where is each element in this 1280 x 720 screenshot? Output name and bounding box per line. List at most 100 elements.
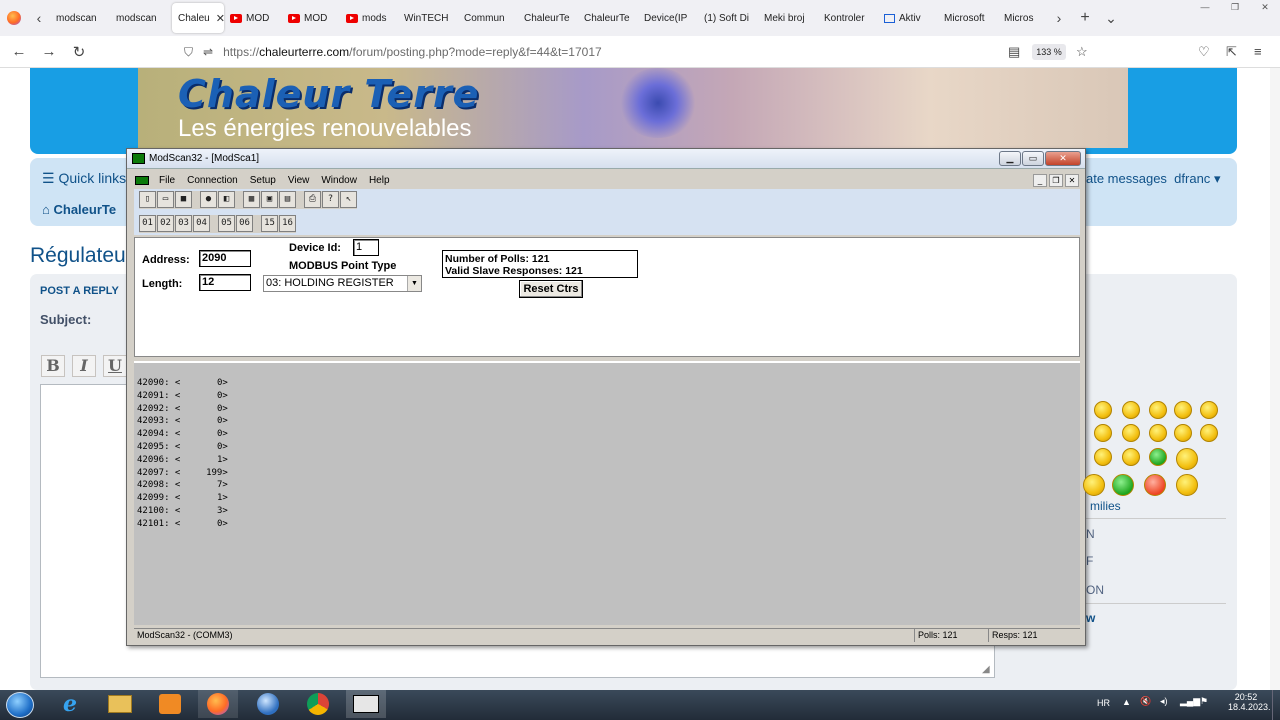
- clock[interactable]: 20:52 18.4.2023.: [1228, 692, 1271, 712]
- smiley-icon[interactable]: [1094, 401, 1112, 419]
- register-row[interactable]: 42096: < 1>: [137, 454, 228, 467]
- network-icon[interactable]: ▂▄▆: [1180, 696, 1200, 707]
- bookmark-star-icon[interactable]: ☆: [1076, 44, 1088, 60]
- smiley-icon[interactable]: [1122, 448, 1140, 466]
- connect-icon[interactable]: ◧: [218, 191, 235, 208]
- view-more-smilies-link[interactable]: milies: [1090, 499, 1121, 513]
- monitor-icon[interactable]: ▣: [261, 191, 278, 208]
- smiley-icon[interactable]: [1149, 424, 1167, 442]
- mdi-restore-icon[interactable]: ❐: [1049, 174, 1063, 187]
- back-arrow-icon[interactable]: ←: [4, 43, 34, 60]
- smiley-icon[interactable]: [1083, 474, 1105, 496]
- media-player-icon[interactable]: [150, 690, 190, 718]
- start-button[interactable]: [6, 692, 34, 718]
- file-explorer-icon[interactable]: [100, 690, 140, 718]
- new-file-icon[interactable]: ▯: [139, 191, 156, 208]
- register-row[interactable]: 42101: < 0>: [137, 518, 228, 531]
- register-row[interactable]: 42097: < 199>: [137, 467, 228, 480]
- username-menu[interactable]: dfranc: [1174, 171, 1210, 186]
- reload-icon[interactable]: ↻: [64, 43, 94, 61]
- register-row[interactable]: 42100: < 3>: [137, 505, 228, 518]
- breadcrumb[interactable]: ⌂ ChaleurTe: [42, 202, 116, 217]
- zoom-level[interactable]: 133 %: [1032, 44, 1066, 60]
- menu-window[interactable]: Window: [315, 175, 363, 186]
- shield-icon[interactable]: ⛉: [184, 45, 193, 60]
- register-data-view[interactable]: 42090: <0> 42091: <0> 42092: <0> 42093: <0>…: [134, 361, 1080, 625]
- page-scrollbar[interactable]: [1270, 68, 1280, 690]
- resize-handle-icon[interactable]: ◢: [982, 664, 990, 675]
- firefox-taskbar-icon[interactable]: [198, 690, 238, 718]
- menu-view[interactable]: View: [282, 175, 316, 186]
- smiley-icon[interactable]: [1174, 401, 1192, 419]
- smiley-icon[interactable]: [1200, 424, 1218, 442]
- smiley-icon[interactable]: [1094, 424, 1112, 442]
- address-input[interactable]: 2090: [199, 250, 251, 267]
- browser-tab[interactable]: Micros: [998, 3, 1048, 33]
- reader-view-icon[interactable]: ▤: [1008, 44, 1020, 60]
- minimize-icon[interactable]: —: [1190, 0, 1220, 14]
- menu-file[interactable]: File: [153, 175, 181, 186]
- show-hidden-icons-icon[interactable]: ▲: [1122, 697, 1131, 707]
- save-icon[interactable]: ■: [175, 191, 192, 208]
- browser-tab[interactable]: Device(IP: [638, 3, 698, 33]
- modscan-maximize-icon[interactable]: ▭: [1022, 151, 1044, 166]
- register-row[interactable]: 42094: < 0>: [137, 428, 228, 441]
- smiley-icon[interactable]: [1176, 474, 1198, 496]
- url-bar[interactable]: ⛉ ⇌ https://chaleurterre.com/forum/posti…: [184, 40, 1100, 64]
- close-icon[interactable]: ✕: [1250, 0, 1280, 14]
- maximize-icon[interactable]: ❐: [1220, 0, 1250, 14]
- func-01-icon[interactable]: 01: [139, 215, 156, 232]
- func-04-icon[interactable]: 04: [193, 215, 210, 232]
- modscan-close-icon[interactable]: ✕: [1045, 151, 1081, 166]
- modscan-taskbar-icon[interactable]: [346, 690, 386, 718]
- print-icon[interactable]: ⎙: [304, 191, 321, 208]
- dropdown-arrow-icon[interactable]: ▼: [407, 276, 421, 291]
- thunderbird-icon[interactable]: [248, 690, 288, 718]
- help-icon[interactable]: ?: [322, 191, 339, 208]
- browser-tab[interactable]: mods: [340, 3, 398, 33]
- site-logo-title[interactable]: Chaleur Terre: [178, 72, 479, 116]
- chrome-icon[interactable]: [298, 690, 338, 718]
- browser-tab[interactable]: modscan: [110, 3, 172, 33]
- browser-tab[interactable]: WinTECH: [398, 3, 458, 33]
- register-row[interactable]: 42090: < 0>: [137, 377, 228, 390]
- new-tab-button[interactable]: +: [1070, 9, 1100, 27]
- register-row[interactable]: 42091: < 0>: [137, 390, 228, 403]
- menu-help[interactable]: Help: [363, 175, 396, 186]
- browser-tab[interactable]: Kontroler: [818, 3, 878, 33]
- browser-tab[interactable]: Microsoft: [938, 3, 998, 33]
- register-row[interactable]: 42093: < 0>: [137, 415, 228, 428]
- browser-tab[interactable]: (1) Soft Di: [698, 3, 758, 33]
- func-06-icon[interactable]: 06: [236, 215, 253, 232]
- smiley-icon[interactable]: [1176, 448, 1198, 470]
- underline-button[interactable]: U: [103, 355, 127, 377]
- menu-icon[interactable]: ≡: [1254, 44, 1262, 59]
- action-center-icon[interactable]: ⚑: [1200, 696, 1208, 707]
- private-messages-link[interactable]: ate messages dfranc ▾: [1086, 171, 1220, 187]
- menu-connection[interactable]: Connection: [181, 175, 244, 186]
- register-row[interactable]: 42098: < 7>: [137, 479, 228, 492]
- point-type-select[interactable]: 03: HOLDING REGISTER ▼: [263, 275, 422, 292]
- browser-tab[interactable]: Aktiv: [878, 3, 938, 33]
- browser-tab[interactable]: MOD: [282, 3, 340, 33]
- mdi-minimize-icon[interactable]: _: [1033, 174, 1047, 187]
- language-indicator[interactable]: HR: [1097, 698, 1110, 708]
- tab-close-icon[interactable]: ✕: [216, 12, 224, 25]
- smiley-icon[interactable]: [1112, 474, 1134, 496]
- register-row[interactable]: 42099: < 1>: [137, 492, 228, 505]
- side-link[interactable]: w: [1086, 611, 1095, 625]
- speaker-icon[interactable]: ◂): [1160, 696, 1168, 707]
- func-16-icon[interactable]: 16: [279, 215, 296, 232]
- reset-counters-button[interactable]: Reset Ctrs: [519, 280, 583, 298]
- modscan-app-icon[interactable]: [132, 153, 145, 164]
- func-05-icon[interactable]: 05: [218, 215, 235, 232]
- register-row[interactable]: 42092: < 0>: [137, 403, 228, 416]
- quick-links[interactable]: ☰ Quick links: [42, 170, 126, 187]
- smiley-icon[interactable]: [1122, 401, 1140, 419]
- modscan-titlebar[interactable]: ModScan32 - [ModSca1] ▁ ▭ ✕: [127, 149, 1085, 169]
- func-03-icon[interactable]: 03: [175, 215, 192, 232]
- firefox-icon[interactable]: [0, 0, 28, 36]
- browser-tab[interactable]: MOD: [224, 3, 282, 33]
- open-folder-icon[interactable]: ▭: [157, 191, 174, 208]
- browser-tab[interactable]: ChaleurTe: [578, 3, 638, 33]
